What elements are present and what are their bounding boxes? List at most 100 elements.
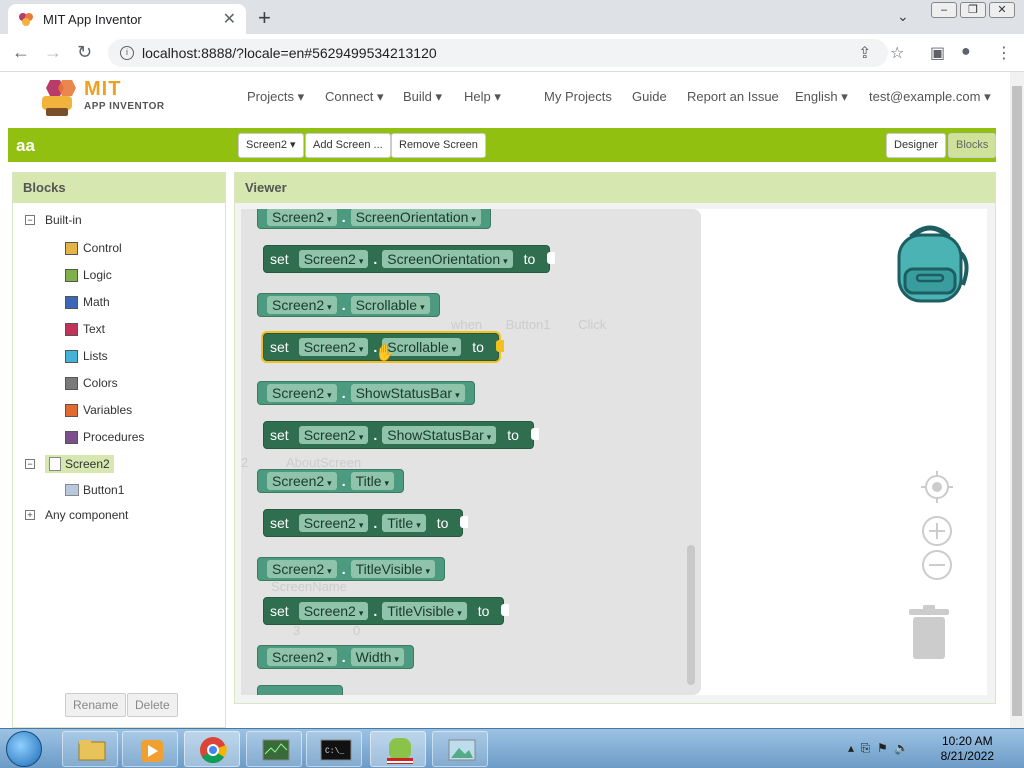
tree-builtin[interactable]: − Built-in	[25, 213, 82, 227]
drawer-lists[interactable]: Lists	[65, 349, 108, 363]
drawer-logic[interactable]: Logic	[65, 268, 112, 282]
component-dropdown[interactable]: Screen2 ▾	[298, 514, 369, 532]
tab-close-icon[interactable]: ✕	[223, 9, 236, 29]
component-dropdown[interactable]: Screen2 ▾	[298, 338, 369, 356]
expand-icon[interactable]: +	[25, 510, 35, 520]
nav-help[interactable]: Help ▾	[464, 89, 501, 105]
set-titlevisible-block[interactable]: set Screen2 ▾ . TitleVisible ▾ to	[263, 597, 510, 625]
recenter-icon[interactable]	[921, 471, 953, 506]
add-screen-button[interactable]: Add Screen ...	[305, 133, 391, 158]
tab-search-chevron-icon[interactable]: ⌄	[897, 8, 909, 25]
system-tray-icons[interactable]: ▴ ⎘ ⚑ 🔈	[848, 741, 909, 756]
nav-guide[interactable]: Guide	[632, 89, 667, 104]
restore-icon[interactable]: ❐	[960, 2, 986, 18]
property-dropdown[interactable]: Title ▾	[350, 472, 395, 490]
component-dropdown[interactable]: Screen2 ▾	[267, 384, 337, 402]
property-dropdown[interactable]: ScreenOrientation ▾	[382, 250, 513, 268]
bookmark-star-icon[interactable]: ☆	[890, 43, 904, 63]
screen2-selected[interactable]: Screen2	[45, 455, 114, 473]
tree-button1[interactable]: Button1	[65, 483, 124, 497]
task-manager-taskbar-icon[interactable]	[246, 731, 302, 767]
get-title-block[interactable]: Screen2 ▾ . Title ▾	[257, 469, 405, 493]
address-bar[interactable]: i localhost:8888/?locale=en#562949953421…	[108, 39, 888, 67]
screen-select-dropdown[interactable]: Screen2 ▾	[238, 133, 304, 158]
page-scrollbar[interactable]	[1010, 72, 1024, 728]
component-dropdown[interactable]: Screen2 ▾	[267, 209, 337, 226]
minimize-icon[interactable]: –	[931, 2, 957, 18]
zoom-out-icon[interactable]	[921, 549, 953, 584]
flyout-scrollbar[interactable]	[687, 545, 695, 685]
back-icon[interactable]: ←	[12, 42, 30, 63]
drawer-variables[interactable]: Variables	[65, 403, 132, 417]
get-width-block[interactable]: Screen2 ▾ . Width ▾	[257, 645, 414, 669]
property-dropdown[interactable]: ScreenOrientation ▾	[350, 209, 481, 226]
site-info-icon[interactable]: i	[120, 46, 134, 60]
explorer-taskbar-icon[interactable]	[62, 731, 118, 767]
nav-my-projects[interactable]: My Projects	[544, 89, 612, 104]
property-dropdown[interactable]: TitleVisible ▾	[382, 602, 467, 620]
nav-projects[interactable]: Projects ▾	[247, 89, 304, 105]
drawer-label: Procedures	[83, 430, 145, 444]
rename-button[interactable]: Rename	[65, 693, 127, 717]
cmd-taskbar-icon[interactable]: C:\_	[306, 731, 362, 767]
get-titlevisible-block[interactable]: Screen2 ▾ . TitleVisible ▾	[257, 557, 446, 581]
tree-screen2[interactable]: − Screen2	[25, 455, 114, 473]
new-tab-button[interactable]: +	[258, 5, 271, 31]
partial-block[interactable]	[257, 685, 343, 695]
start-button-icon[interactable]	[6, 731, 42, 767]
get-scrollable-block[interactable]: Screen2 ▾ . Scrollable ▾	[257, 293, 440, 317]
component-dropdown[interactable]: Screen2 ▾	[298, 426, 369, 444]
blocks-workspace[interactable]: when Button1 Click 2 AboutScreen ScreenN…	[241, 209, 987, 695]
component-dropdown[interactable]: Screen2 ▾	[267, 472, 337, 490]
trash-icon[interactable]	[907, 605, 951, 664]
component-dropdown[interactable]: Screen2 ▾	[298, 602, 369, 620]
side-panel-icon[interactable]: ▣	[930, 43, 945, 63]
set-screenorientation-block[interactable]: set Screen2 ▾ . ScreenOrientation ▾ to	[263, 245, 556, 273]
property-dropdown[interactable]: ShowStatusBar ▾	[350, 384, 465, 402]
set-title-block[interactable]: set Screen2 ▾ . Title ▾ to	[263, 509, 469, 537]
nav-language[interactable]: English ▾	[795, 89, 848, 105]
component-dropdown[interactable]: Screen2 ▾	[298, 250, 369, 268]
property-dropdown[interactable]: Width ▾	[350, 648, 404, 666]
component-dropdown[interactable]: Screen2 ▾	[267, 648, 337, 666]
drawer-control[interactable]: Control	[65, 241, 122, 255]
image-viewer-taskbar-icon[interactable]	[432, 731, 488, 767]
collapse-icon[interactable]: −	[25, 215, 35, 225]
component-dropdown[interactable]: Screen2 ▾	[267, 560, 337, 578]
nav-account[interactable]: test@example.com ▾	[869, 89, 991, 105]
set-showstatusbar-block[interactable]: set Screen2 ▾ . ShowStatusBar ▾ to	[263, 421, 539, 449]
get-screenorientation-block[interactable]: Screen2 ▾ . ScreenOrientation ▾	[257, 209, 491, 229]
chrome-taskbar-icon[interactable]	[184, 731, 240, 767]
drawer-text[interactable]: Text	[65, 322, 105, 336]
browser-tab[interactable]: MIT App Inventor ✕	[8, 4, 246, 34]
menu-kebab-icon[interactable]: ⋮	[996, 43, 1012, 63]
delete-button[interactable]: Delete	[127, 693, 178, 717]
nav-build[interactable]: Build ▾	[403, 89, 442, 105]
blocks-button[interactable]: Blocks	[948, 133, 997, 158]
collapse-icon[interactable]: −	[25, 459, 35, 469]
nav-connect[interactable]: Connect ▾	[325, 89, 384, 105]
tree-any-component[interactable]: + Any component	[25, 508, 128, 522]
zoom-in-icon[interactable]	[921, 515, 953, 550]
component-dropdown[interactable]: Screen2 ▾	[267, 296, 337, 314]
remove-screen-button[interactable]: Remove Screen	[391, 133, 486, 158]
property-dropdown[interactable]: Title ▾	[382, 514, 426, 532]
drawer-procedures[interactable]: Procedures	[65, 430, 144, 444]
share-icon[interactable]: ⇪	[858, 43, 871, 63]
backpack-icon[interactable]	[889, 223, 971, 305]
taskbar-clock[interactable]: 10:20 AM 8/21/2022	[941, 734, 994, 764]
property-dropdown[interactable]: TitleVisible ▾	[350, 560, 436, 578]
drawer-colors[interactable]: Colors	[65, 376, 118, 390]
get-showstatusbar-block[interactable]: Screen2 ▾ . ShowStatusBar ▾	[257, 381, 475, 405]
property-dropdown[interactable]: ShowStatusBar ▾	[382, 426, 497, 444]
forward-icon[interactable]: →	[44, 42, 62, 63]
android-emulator-taskbar-icon[interactable]	[370, 731, 426, 767]
drawer-math[interactable]: Math	[65, 295, 110, 309]
window-close-icon[interactable]: ✕	[989, 2, 1015, 18]
media-player-taskbar-icon[interactable]	[122, 731, 178, 767]
profile-avatar-icon[interactable]: ●	[961, 43, 971, 61]
property-dropdown[interactable]: Scrollable ▾	[350, 296, 430, 314]
designer-button[interactable]: Designer	[886, 133, 947, 158]
reload-icon[interactable]: ↻	[77, 42, 92, 63]
nav-report-issue[interactable]: Report an Issue	[687, 89, 779, 104]
